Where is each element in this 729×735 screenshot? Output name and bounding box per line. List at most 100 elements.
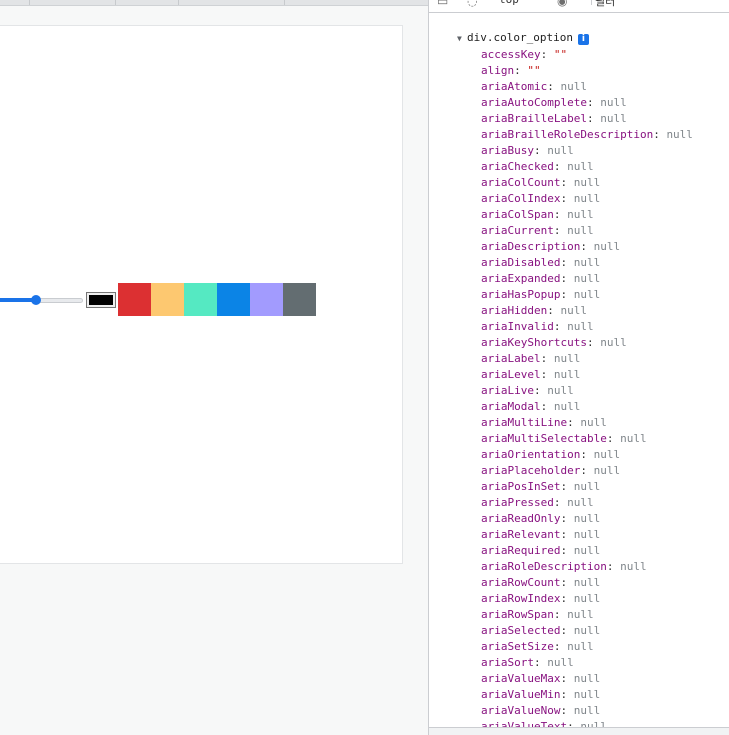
property-list: accessKey: "" align: "" ariaAtomic: null ar… (429, 47, 729, 735)
property-value: null (573, 512, 601, 525)
color-option[interactable] (250, 283, 283, 316)
page-viewport (0, 0, 428, 735)
property-row[interactable]: ariaRowSpan: null (429, 607, 729, 623)
slider-thumb[interactable] (31, 295, 41, 305)
property-value: null (666, 128, 693, 141)
line-width-slider[interactable] (0, 294, 84, 306)
inspect-icon[interactable]: ◌ (467, 0, 477, 8)
property-row[interactable]: ariaDisabled: null (429, 255, 729, 271)
elements-panel-icon[interactable]: ▭ (437, 0, 448, 8)
property-value: null (567, 640, 594, 653)
property-row[interactable]: accessKey: "" (429, 47, 729, 63)
color-picker-input[interactable] (86, 292, 116, 308)
property-value: null (553, 352, 581, 365)
property-row[interactable]: ariaReadOnly: null (429, 511, 729, 527)
property-value: null (600, 336, 627, 349)
property-key: ariaBusy (481, 144, 534, 157)
object-label: div.color_option (467, 31, 573, 44)
property-row[interactable]: ariaLive: null (429, 383, 729, 399)
property-row[interactable]: ariaRelevant: null (429, 527, 729, 543)
object-header[interactable]: ▼ div.color_option i (429, 30, 729, 47)
property-value: null (553, 400, 581, 413)
property-row[interactable]: ariaKeyShortcuts: null (429, 335, 729, 351)
property-value: null (567, 208, 594, 221)
property-value: "" (553, 48, 568, 61)
property-value: null (593, 240, 621, 253)
property-value: null (553, 368, 581, 381)
property-row[interactable]: ariaColSpan: null (429, 207, 729, 223)
property-row[interactable]: ariaSort: null (429, 655, 729, 671)
property-row[interactable]: ariaRequired: null (429, 543, 729, 559)
property-row[interactable]: ariaValueMax: null (429, 671, 729, 687)
property-row[interactable]: ariaColIndex: null (429, 191, 729, 207)
property-row[interactable]: ariaOrientation: null (429, 447, 729, 463)
property-key: ariaValueMax (481, 672, 561, 685)
property-row[interactable]: ariaBrailleLabel: null (429, 111, 729, 127)
context-select[interactable]: top (499, 0, 519, 6)
property-value: null (600, 96, 627, 109)
property-row[interactable]: ariaHasPopup: null (429, 287, 729, 303)
expand-triangle-icon[interactable]: ▼ (457, 31, 467, 47)
property-row[interactable]: ariaModal: null (429, 399, 729, 415)
property-row[interactable]: ariaPressed: null (429, 495, 729, 511)
property-value: null (573, 544, 601, 557)
property-row[interactable]: ariaAtomic: null (429, 79, 729, 95)
property-key: ariaValueNow (481, 704, 561, 717)
property-key: ariaBrailleRoleDescription (481, 128, 654, 141)
property-row[interactable]: ariaSelected: null (429, 623, 729, 639)
property-key: ariaRowSpan (481, 608, 554, 621)
color-option[interactable] (151, 283, 184, 316)
color-option[interactable] (184, 283, 217, 316)
property-value: null (547, 384, 574, 397)
devtools-toolbar: ▭ ◌ top ◉ 필터 (429, 0, 729, 13)
property-key: ariaRequired (481, 544, 561, 557)
property-key: ariaOrientation (481, 448, 581, 461)
property-row[interactable]: ariaExpanded: null (429, 271, 729, 287)
property-row[interactable]: ariaInvalid: null (429, 319, 729, 335)
property-row[interactable]: ariaDescription: null (429, 239, 729, 255)
property-row[interactable]: ariaChecked: null (429, 159, 729, 175)
property-row[interactable]: ariaRowIndex: null (429, 591, 729, 607)
property-key: ariaBrailleLabel (481, 112, 587, 125)
property-row[interactable]: ariaMultiLine: null (429, 415, 729, 431)
property-row[interactable]: ariaLevel: null (429, 367, 729, 383)
property-row[interactable]: align: "" (429, 63, 729, 79)
property-row[interactable]: ariaSetSize: null (429, 639, 729, 655)
property-row[interactable]: ariaValueNow: null (429, 703, 729, 719)
property-row[interactable]: ariaPosInSet: null (429, 479, 729, 495)
property-row[interactable]: ariaHidden: null (429, 303, 729, 319)
property-value: null (593, 448, 621, 461)
property-row[interactable]: ariaMultiSelectable: null (429, 431, 729, 447)
property-row[interactable]: ariaRowCount: null (429, 575, 729, 591)
property-key: ariaMultiLine (481, 416, 568, 429)
property-value: null (567, 496, 594, 509)
color-option[interactable] (283, 283, 316, 316)
property-key: ariaCurrent (481, 224, 554, 237)
property-key: ariaSetSize (481, 640, 554, 653)
property-row[interactable]: ariaAutoComplete: null (429, 95, 729, 111)
color-options (118, 283, 316, 316)
property-key: ariaHasPopup (481, 288, 561, 301)
color-option[interactable] (217, 283, 250, 316)
eye-icon[interactable]: ◉ (557, 0, 567, 8)
property-value: null (547, 144, 574, 157)
property-row[interactable]: ariaRoleDescription: null (429, 559, 729, 575)
filter-input[interactable]: 필터 (591, 0, 729, 8)
property-row[interactable]: ariaValueMin: null (429, 687, 729, 703)
property-row[interactable]: ariaLabel: null (429, 351, 729, 367)
property-key: ariaAtomic (481, 80, 548, 93)
property-row[interactable]: ariaBusy: null (429, 143, 729, 159)
property-row[interactable]: ariaColCount: null (429, 175, 729, 191)
slider-track-empty (36, 298, 83, 303)
property-value: null (560, 80, 587, 93)
property-key: ariaValueMin (481, 688, 561, 701)
info-icon[interactable]: i (577, 34, 589, 45)
property-value: null (573, 256, 601, 269)
property-row[interactable]: ariaCurrent: null (429, 223, 729, 239)
color-option[interactable] (118, 283, 151, 316)
property-row[interactable]: ariaPlaceholder: null (429, 463, 729, 479)
property-key: ariaPressed (481, 496, 554, 509)
property-value: null (573, 704, 601, 717)
property-row[interactable]: ariaBrailleRoleDescription: null (429, 127, 729, 143)
property-value: null (567, 160, 594, 173)
